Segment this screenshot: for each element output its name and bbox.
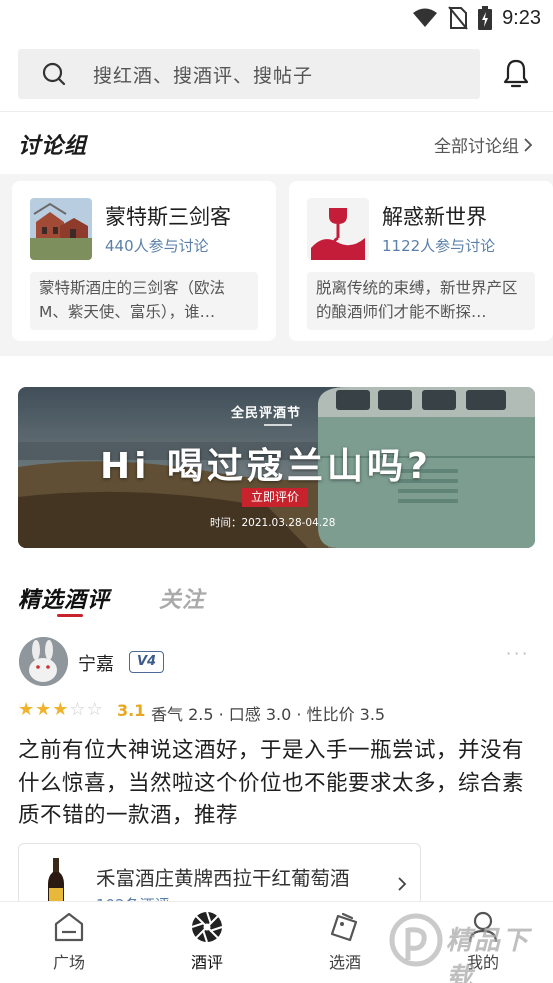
star-filled-icon: ★: [35, 699, 52, 720]
home-icon: [54, 912, 84, 942]
star-empty-icon: ☆: [69, 699, 86, 720]
avatar[interactable]: [19, 637, 68, 686]
group-participants: 440人参与讨论: [105, 237, 209, 255]
promo-banner[interactable]: 全民评酒节 Hi 喝过寇兰山吗? 立即评价 时间：2021.03.28-04.2…: [18, 387, 535, 548]
watermark-text: 精品下载: [446, 926, 531, 983]
level-badge: V4: [129, 651, 164, 673]
chevron-right-icon: [398, 877, 407, 891]
banner-date: 时间：2021.03.28-04.28: [210, 517, 336, 529]
status-time: 9:23: [502, 6, 541, 29]
group-description: 脱离传统的束缚，新世界产区的酿酒师们才能不断探…: [307, 272, 535, 330]
star-empty-icon: ☆: [86, 699, 103, 720]
nav-label: 广场: [52, 953, 85, 972]
battery-icon: [478, 6, 493, 30]
group-thumbnail: [307, 198, 369, 260]
bell-icon[interactable]: [500, 58, 532, 90]
watermark-logo-icon: [389, 913, 443, 967]
nav-label: 选酒: [328, 953, 361, 972]
header-divider: [0, 111, 553, 112]
rating-score: 3.1: [117, 701, 146, 720]
active-tab-indicator: [57, 614, 83, 617]
star-rating: ★ ★ ★ ☆ ☆: [18, 700, 103, 720]
all-discussions-label: 全部讨论组: [434, 137, 519, 157]
search-input[interactable]: 搜红酒、搜酒评、搜帖子: [18, 49, 480, 99]
tab-featured-reviews[interactable]: 精选酒评: [18, 582, 110, 614]
banner-headline: Hi 喝过寇兰山吗?: [100, 446, 432, 487]
nav-choose-wine[interactable]: 选酒: [305, 910, 385, 973]
banner-event-title: 全民评酒节: [231, 406, 302, 421]
search-placeholder: 搜红酒、搜酒评、搜帖子: [93, 65, 314, 87]
nav-label: 酒评: [190, 953, 223, 972]
all-discussions-link[interactable]: 全部讨论组: [434, 132, 533, 157]
group-name: 解惑新世界: [382, 205, 487, 229]
star-filled-icon: ★: [52, 699, 69, 720]
nav-plaza[interactable]: 广场: [29, 910, 109, 973]
aperture-icon: [191, 911, 223, 943]
status-bar: 9:23: [0, 0, 553, 36]
status-icons: 9:23: [412, 6, 541, 30]
review-text[interactable]: 之前有位大神说这酒好，于是入手一瓶尝试，并没有什么惊喜，当然啦这个价位也不能要求…: [18, 735, 534, 833]
nav-reviews[interactable]: 酒评: [167, 910, 247, 973]
tab-following[interactable]: 关注: [159, 582, 205, 614]
more-options-icon[interactable]: ···: [506, 644, 530, 663]
wine-tag-icon: [330, 912, 358, 942]
group-name: 蒙特斯三剑客: [105, 205, 231, 229]
star-filled-icon: ★: [18, 699, 35, 720]
group-description: 蒙特斯酒庄的三剑客（欧法M、紫天使、富乐），谁…: [30, 272, 258, 330]
wifi-icon: [413, 8, 438, 27]
rate-now-button[interactable]: 立即评价: [242, 488, 308, 507]
search-icon: [42, 62, 66, 86]
watermark: 精品下载: [388, 910, 553, 983]
group-participants: 1122人参与讨论: [382, 237, 496, 255]
reviewer-name[interactable]: 宁嘉: [78, 650, 114, 676]
group-card-new-world[interactable]: 解惑新世界 1122人参与讨论 脱离传统的束缚，新世界产区的酿酒师们才能不断探…: [289, 181, 553, 341]
no-sim-icon: [448, 6, 468, 30]
chevron-right-icon: [524, 137, 533, 152]
product-name: 禾富酒庄黄牌西拉干红葡萄酒: [96, 867, 350, 890]
group-thumbnail: [30, 198, 92, 260]
discussion-section-title: 讨论组: [18, 134, 88, 159]
sub-scores: 香气 2.5 · 口感 3.0 · 性比价 3.5: [151, 705, 386, 724]
group-card-montes[interactable]: 蒙特斯三剑客 440人参与讨论 蒙特斯酒庄的三剑客（欧法M、紫天使、富乐），谁…: [12, 181, 276, 341]
